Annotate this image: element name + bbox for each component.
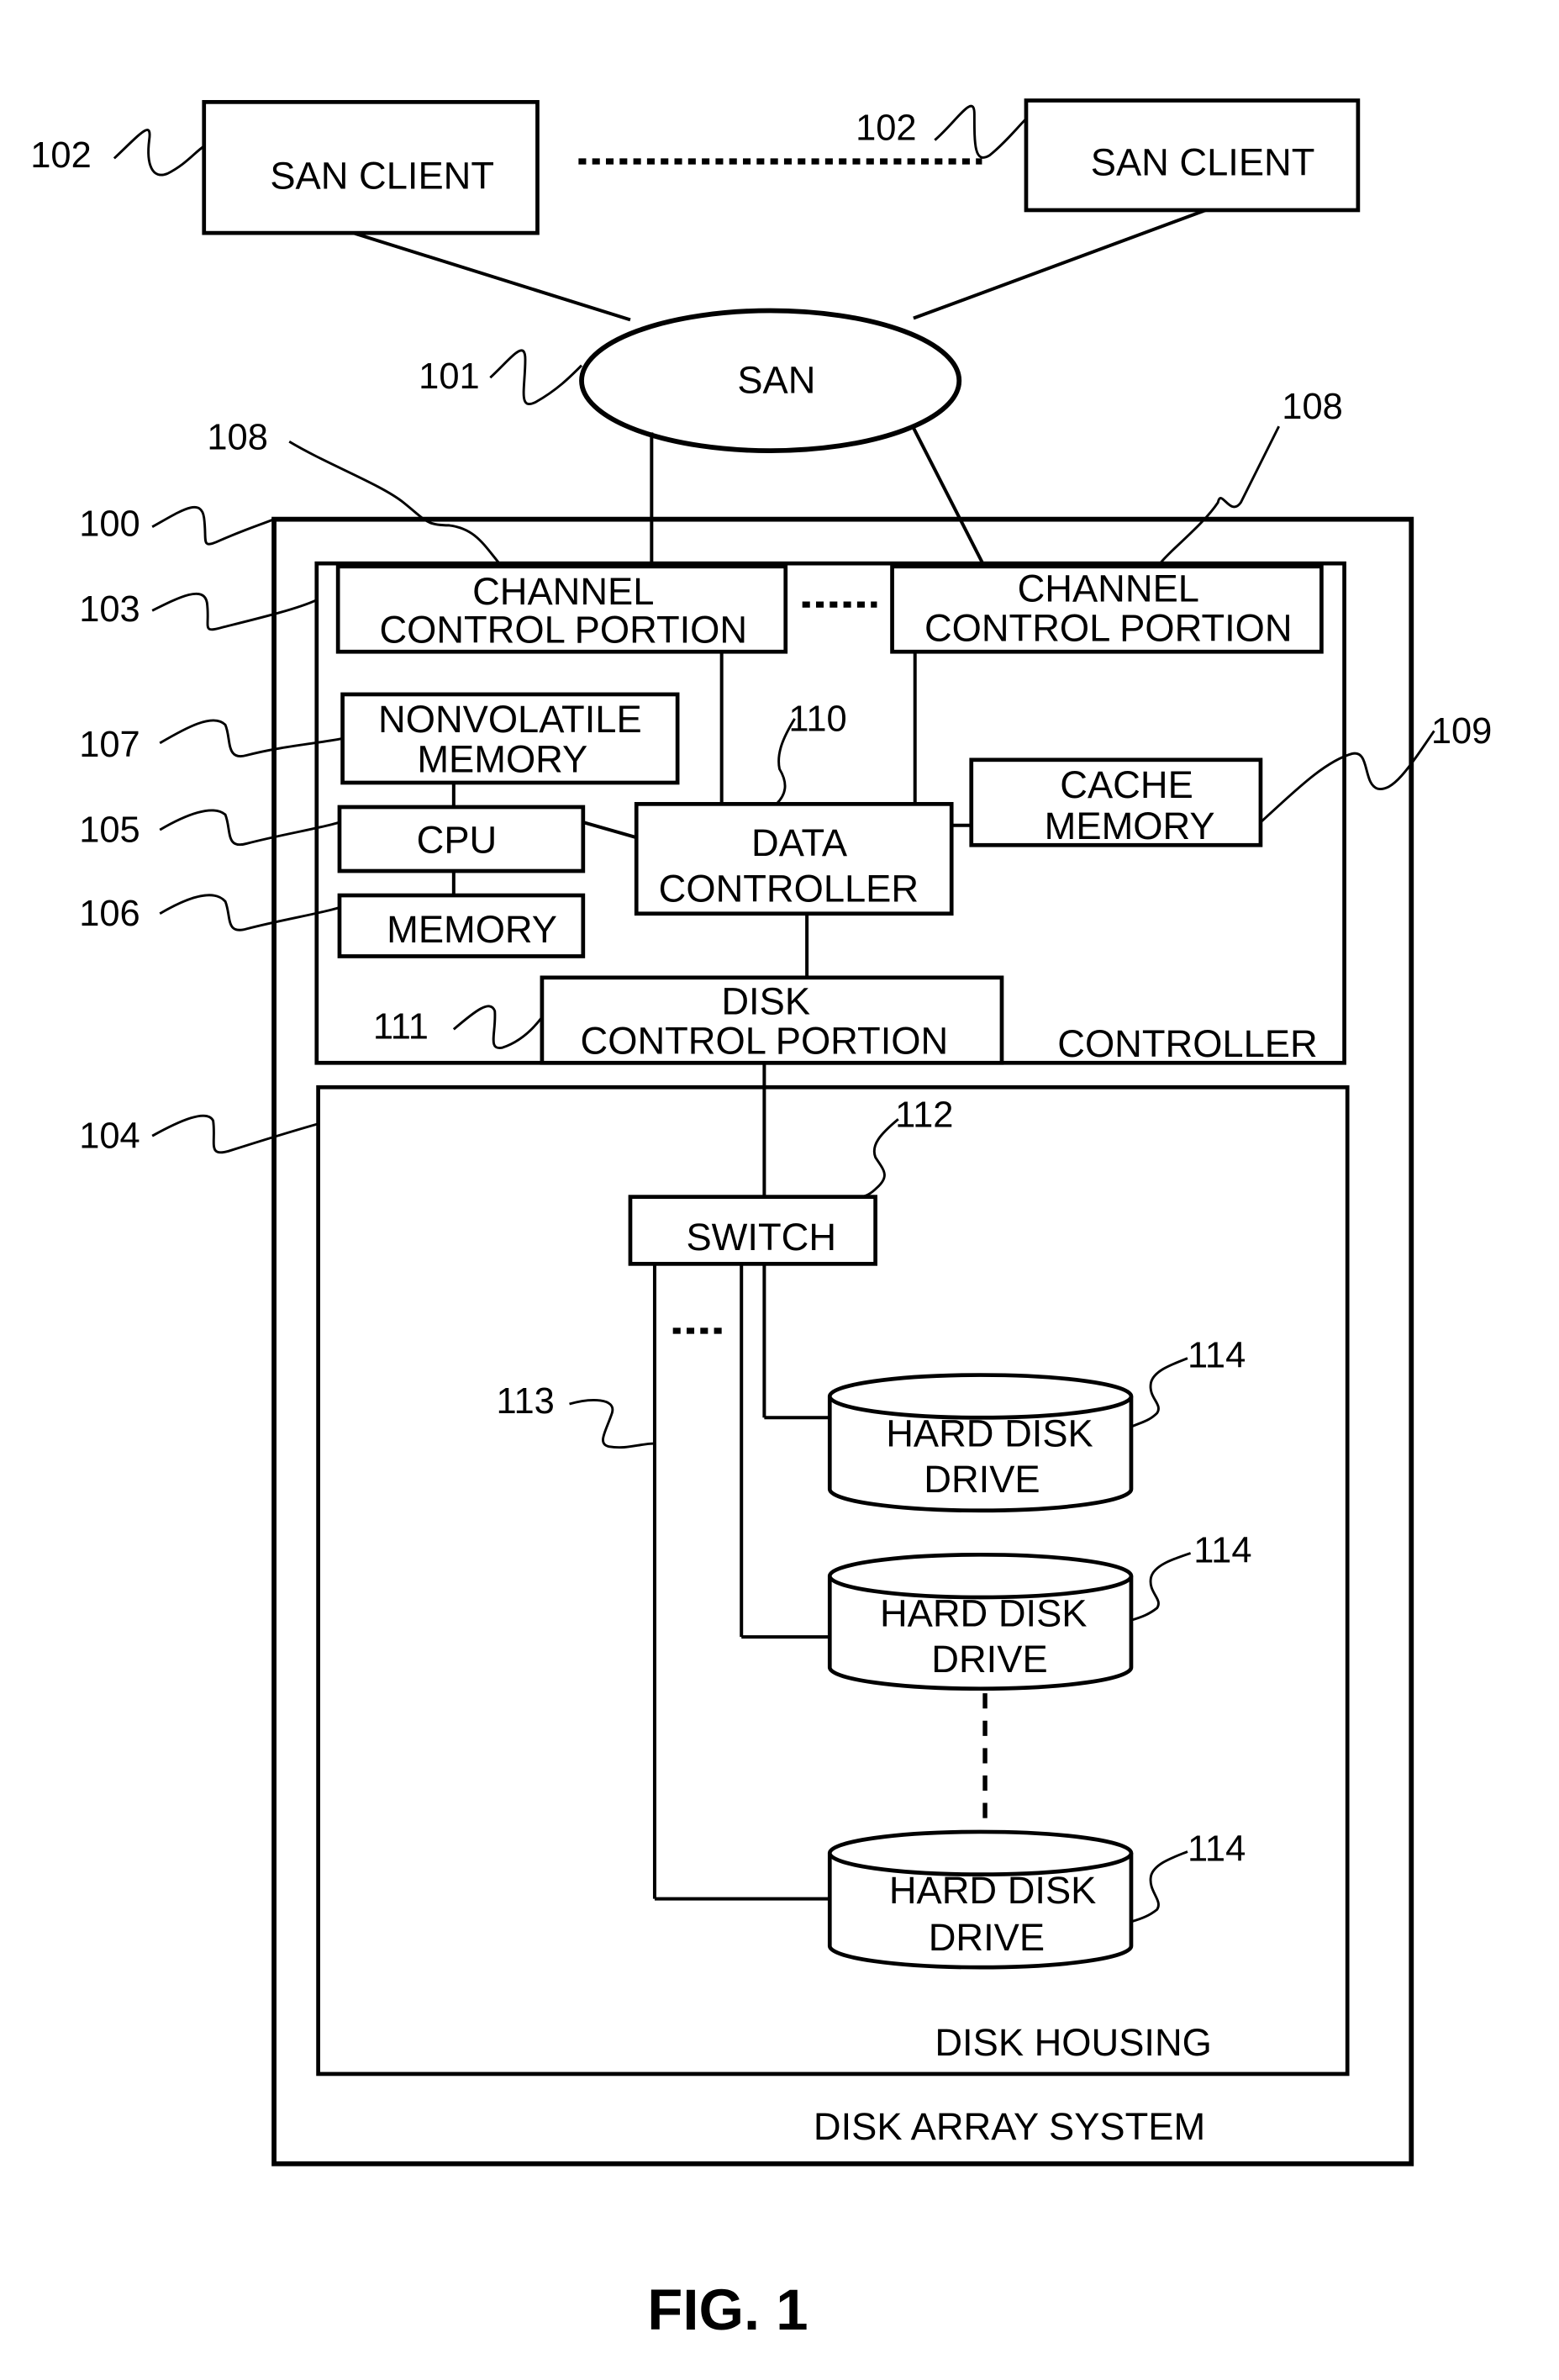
hdd1-line1: HARD DISK bbox=[886, 1412, 1093, 1455]
memory: MEMORY bbox=[337, 893, 586, 958]
disk-housing-label: DISK HOUSING bbox=[935, 2021, 1212, 2064]
hdd2-line2: DRIVE bbox=[931, 1638, 1047, 1681]
hdd1-line2: DRIVE bbox=[924, 1458, 1040, 1501]
cache-line1: CACHE bbox=[1060, 763, 1193, 806]
hard-disk-drive-1: HARD DISK DRIVE bbox=[827, 1373, 1134, 1513]
ref-108-left: 108 bbox=[207, 417, 268, 457]
leader-103 bbox=[151, 592, 318, 631]
ref-103: 103 bbox=[79, 589, 140, 630]
ref-108-right: 108 bbox=[1282, 387, 1343, 427]
leader-108-left bbox=[288, 441, 501, 565]
leader-108-right bbox=[1159, 425, 1280, 565]
data-controller-line2: CONTROLLER bbox=[659, 867, 919, 910]
leader-101 bbox=[489, 349, 583, 405]
ref-110: 110 bbox=[788, 699, 846, 739]
san-network: SAN bbox=[352, 208, 1207, 454]
san-client-left-label: SAN CLIENT bbox=[270, 155, 494, 198]
figure-caption: FIG. 1 bbox=[647, 2277, 808, 2342]
leader-104 bbox=[151, 1114, 319, 1154]
nvm-line1: NONVOLATILE bbox=[378, 698, 642, 741]
ref-104: 104 bbox=[79, 1116, 140, 1157]
ref-102-right: 102 bbox=[856, 108, 917, 149]
ref-107: 107 bbox=[79, 725, 140, 765]
nonvolatile-memory: NONVOLATILE MEMORY bbox=[340, 692, 680, 785]
san-label: SAN bbox=[737, 358, 815, 401]
memory-label: MEMORY bbox=[387, 908, 557, 951]
cache-line2: MEMORY bbox=[1045, 805, 1215, 847]
channel-control-portion-right: CHANNEL CONTROL PORTION bbox=[890, 564, 1324, 654]
dcp-line1: DISK bbox=[721, 979, 810, 1022]
san-client-right: SAN CLIENT bbox=[1024, 98, 1361, 213]
hdd2-line1: HARD DISK bbox=[880, 1591, 1088, 1634]
switch: SWITCH bbox=[628, 1195, 877, 1266]
hdd3-line1: HARD DISK bbox=[889, 1869, 1097, 1912]
channel-control-portion-left: CHANNEL CONTROL PORTION bbox=[335, 564, 788, 654]
ref-114-3: 114 bbox=[1188, 1829, 1246, 1869]
ccp-left-line1: CHANNEL bbox=[472, 570, 654, 613]
ccp-left-line2: CONTROL PORTION bbox=[379, 608, 747, 651]
san-client-right-label: SAN CLIENT bbox=[1091, 140, 1315, 183]
ref-114-2: 114 bbox=[1193, 1530, 1251, 1570]
hdd3-line2: DRIVE bbox=[929, 1916, 1045, 1959]
ref-112: 112 bbox=[895, 1095, 953, 1135]
disk-array-system-label: DISK ARRAY SYSTEM bbox=[814, 2105, 1205, 2148]
leader-100 bbox=[151, 506, 275, 546]
dcp-line2: CONTROL PORTION bbox=[581, 1019, 949, 1062]
hard-disk-drive-2: HARD DISK DRIVE bbox=[827, 1552, 1134, 1691]
data-controller: DATA CONTROLLER bbox=[634, 801, 954, 916]
leader-105 bbox=[159, 809, 340, 847]
disk-control-portion: DISK CONTROL PORTION bbox=[540, 975, 1004, 1065]
cache-memory: CACHE MEMORY bbox=[969, 757, 1263, 847]
leader-102-left bbox=[113, 129, 205, 177]
cpu-label: CPU bbox=[417, 818, 498, 861]
ref-100: 100 bbox=[79, 504, 140, 545]
leader-106 bbox=[159, 894, 340, 931]
data-controller-line1: DATA bbox=[751, 821, 848, 864]
switch-label: SWITCH bbox=[686, 1216, 836, 1259]
ref-109: 109 bbox=[1431, 711, 1493, 752]
controller-label: CONTROLLER bbox=[1057, 1022, 1317, 1065]
ref-111: 111 bbox=[373, 1006, 429, 1047]
hard-disk-drive-3: HARD DISK DRIVE bbox=[827, 1829, 1134, 1970]
ref-102-left: 102 bbox=[30, 135, 92, 176]
san-client-left: SAN CLIENT bbox=[202, 99, 540, 235]
fig1-diagram: SAN CLIENT 102 SAN CLIENT 102 SAN 101 10… bbox=[30, 98, 1493, 2342]
ref-113: 113 bbox=[497, 1381, 555, 1422]
ccp-right-line1: CHANNEL bbox=[1018, 567, 1199, 610]
ref-106: 106 bbox=[79, 894, 140, 934]
ref-101: 101 bbox=[419, 356, 480, 397]
cpu: CPU bbox=[337, 805, 586, 873]
ref-105: 105 bbox=[79, 810, 140, 851]
nvm-line2: MEMORY bbox=[417, 737, 587, 780]
leader-102-right bbox=[934, 104, 1027, 159]
ref-114-1: 114 bbox=[1188, 1336, 1246, 1376]
ccp-right-line2: CONTROL PORTION bbox=[924, 607, 1293, 650]
